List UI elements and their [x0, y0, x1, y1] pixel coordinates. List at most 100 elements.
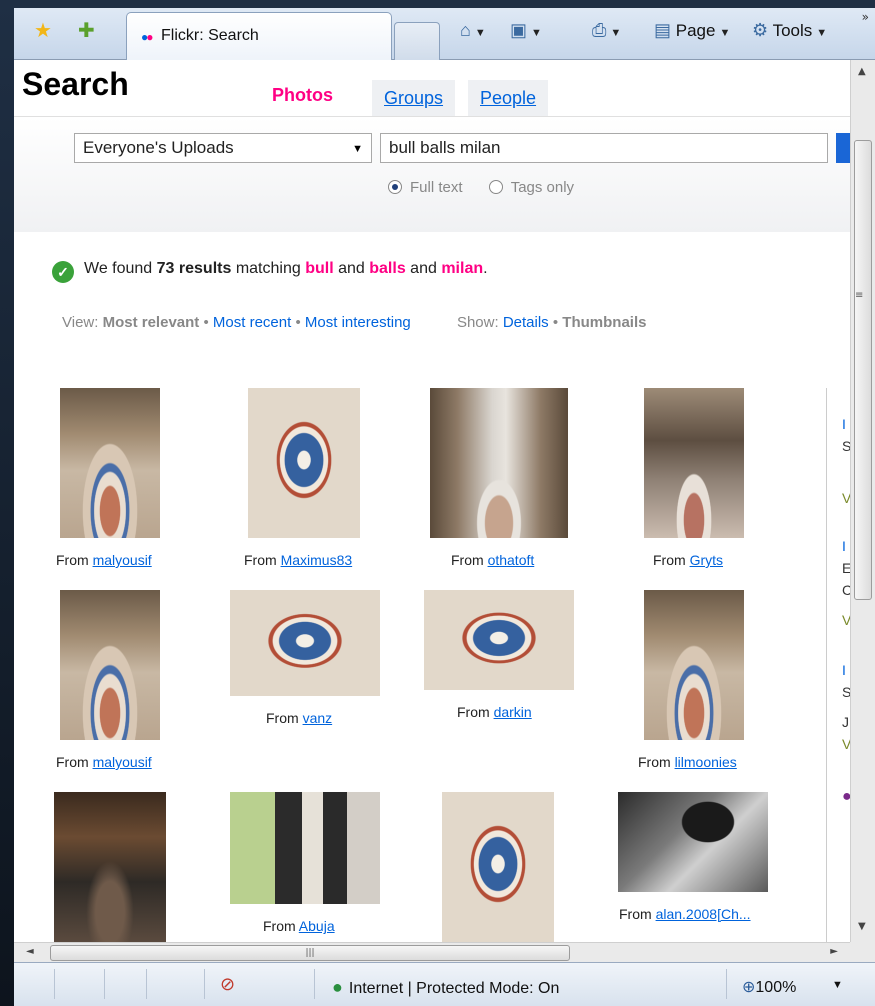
status-bar: ⊘ ● Internet | Protected Mode: On ⊕100% ▼ [14, 962, 875, 1006]
results-count: 73 results [156, 260, 232, 277]
bullet: • [295, 314, 301, 331]
scroll-left-icon[interactable]: ◄ [26, 946, 34, 957]
status-divider [146, 969, 147, 999]
show-details-link[interactable]: Details [503, 314, 549, 331]
photo-owner-link[interactable]: darkin [494, 704, 532, 720]
chevron-down-icon[interactable]: ▼ [832, 979, 843, 991]
results-term: milan [441, 260, 484, 277]
results-and: and [410, 260, 437, 277]
photo-owner-link[interactable]: malyousif [93, 754, 152, 770]
new-tab-button[interactable] [394, 22, 440, 62]
photo-thumbnail[interactable] [60, 388, 160, 538]
view-most-recent-link[interactable]: Most recent [213, 314, 291, 331]
photo-owner-link[interactable]: malyousif [93, 552, 152, 568]
browser-tab-flickr[interactable]: ●● Flickr: Search [126, 12, 392, 62]
view-most-interesting-link[interactable]: Most interesting [305, 314, 411, 331]
gear-icon: ⚙ [752, 20, 769, 40]
photo-owner-link[interactable]: othatoft [488, 552, 535, 568]
caption-from: From [56, 552, 89, 568]
photo-owner-link[interactable]: Abuja [299, 918, 335, 934]
scroll-up-icon[interactable]: ▲ [858, 66, 866, 77]
photo-owner-link[interactable]: alan.2008[Ch... [656, 906, 751, 922]
sidebar-fragment[interactable]: I [842, 662, 846, 678]
checkmark-icon: ✓ [52, 261, 74, 283]
sidebar-fragment[interactable]: I [842, 416, 846, 432]
add-favorite-icon[interactable]: ✚ [78, 18, 95, 42]
photo-owner-link[interactable]: vanz [303, 710, 333, 726]
search-button[interactable] [836, 133, 850, 163]
photo-caption: From othatoft [451, 552, 534, 568]
zoom-level[interactable]: ⊕100% [742, 977, 796, 997]
photo-thumbnail[interactable] [618, 792, 768, 892]
photo-owner-link[interactable]: lilmoonies [675, 754, 737, 770]
search-scope-select[interactable]: Everyone's Uploads ▼ [74, 133, 372, 163]
security-zone[interactable]: ● Internet | Protected Mode: On [332, 977, 559, 998]
chevron-down-icon: ▼ [610, 27, 622, 39]
tab-people[interactable]: People [468, 80, 549, 116]
flickr-logo-icon: ●● [141, 30, 154, 44]
print-button[interactable]: ⎙ ▼ [592, 20, 621, 41]
tab-photos[interactable]: Photos [260, 74, 345, 116]
results-term: bull [305, 260, 334, 277]
results-summary: ✓ We found 73 results matching bull and b… [52, 260, 488, 283]
photo-owner-link[interactable]: Gryts [690, 552, 723, 568]
caption-from: From [619, 906, 652, 922]
sidebar-fragment: E [842, 560, 850, 576]
sidebar-fragment[interactable]: I [842, 538, 846, 554]
horizontal-scrollbar[interactable]: ◄ ||| ► [14, 942, 850, 962]
bullet: • [552, 314, 559, 331]
privacy-report-icon[interactable]: ⊘ [220, 974, 235, 995]
radio-tags-only[interactable]: Tags only [488, 179, 574, 196]
caption-from: From [451, 552, 484, 568]
photo-caption: From malyousif [56, 552, 152, 568]
status-divider [726, 969, 727, 999]
sidebar-fragment: S [842, 684, 850, 700]
toolbar-overflow-button[interactable]: » [862, 10, 869, 24]
sidebar-fragment: C [842, 582, 850, 598]
page-menu-label: Page [675, 21, 716, 40]
feeds-button[interactable]: ▣ ▼ [510, 20, 542, 41]
sidebar-fragment: V [842, 612, 850, 628]
favorites-star-icon[interactable]: ★ [34, 18, 52, 42]
vertical-scroll-thumb[interactable] [854, 140, 872, 600]
tools-menu-button[interactable]: ⚙ Tools ▼ [752, 20, 827, 41]
photo-thumbnail[interactable] [248, 388, 360, 538]
chevron-down-icon: ▼ [816, 27, 828, 39]
results-term: balls [369, 260, 406, 277]
photo-caption: From Maximus83 [244, 552, 352, 568]
page-icon: ▤ [654, 20, 672, 40]
tab-groups[interactable]: Groups [372, 80, 456, 116]
photo-thumbnail[interactable] [230, 792, 380, 904]
scroll-grip-icon: ≡ [855, 290, 864, 301]
page-menu-button[interactable]: ▤ Page ▼ [654, 20, 730, 41]
page-title: Search [22, 66, 129, 102]
photo-thumbnail[interactable] [430, 388, 568, 538]
photo-thumbnail[interactable] [442, 792, 554, 942]
sidebar-fragment: S [842, 438, 850, 454]
photo-thumbnail[interactable] [644, 590, 744, 740]
scroll-down-icon[interactable]: ▼ [858, 921, 866, 932]
vertical-scrollbar[interactable]: ▲ ≡ ▼ [850, 60, 875, 942]
sidebar-fragment: V [842, 736, 850, 752]
horizontal-scroll-thumb[interactable]: ||| [50, 945, 570, 961]
status-divider [54, 969, 55, 999]
photo-thumbnail[interactable] [230, 590, 380, 696]
sidebar-fragment: V [842, 490, 850, 506]
home-button[interactable]: ⌂ ▼ [460, 20, 486, 41]
scroll-right-icon[interactable]: ► [830, 946, 838, 957]
chevron-down-icon: ▼ [531, 27, 542, 39]
search-input[interactable]: bull balls milan [380, 133, 828, 163]
status-divider [204, 969, 205, 999]
results-period: . [483, 260, 488, 277]
radio-full-text[interactable]: Full text [388, 179, 463, 196]
show-thumbnails: Thumbnails [562, 314, 647, 331]
chevron-down-icon: ▼ [719, 27, 731, 39]
search-mode-options: Full text Tags only [388, 179, 574, 196]
photo-caption: From lilmoonies [638, 754, 737, 770]
caption-from: From [263, 918, 296, 934]
photo-thumbnail[interactable] [54, 792, 166, 942]
photo-thumbnail[interactable] [644, 388, 744, 538]
photo-thumbnail[interactable] [60, 590, 160, 740]
photo-owner-link[interactable]: Maximus83 [281, 552, 353, 568]
photo-thumbnail[interactable] [424, 590, 574, 690]
